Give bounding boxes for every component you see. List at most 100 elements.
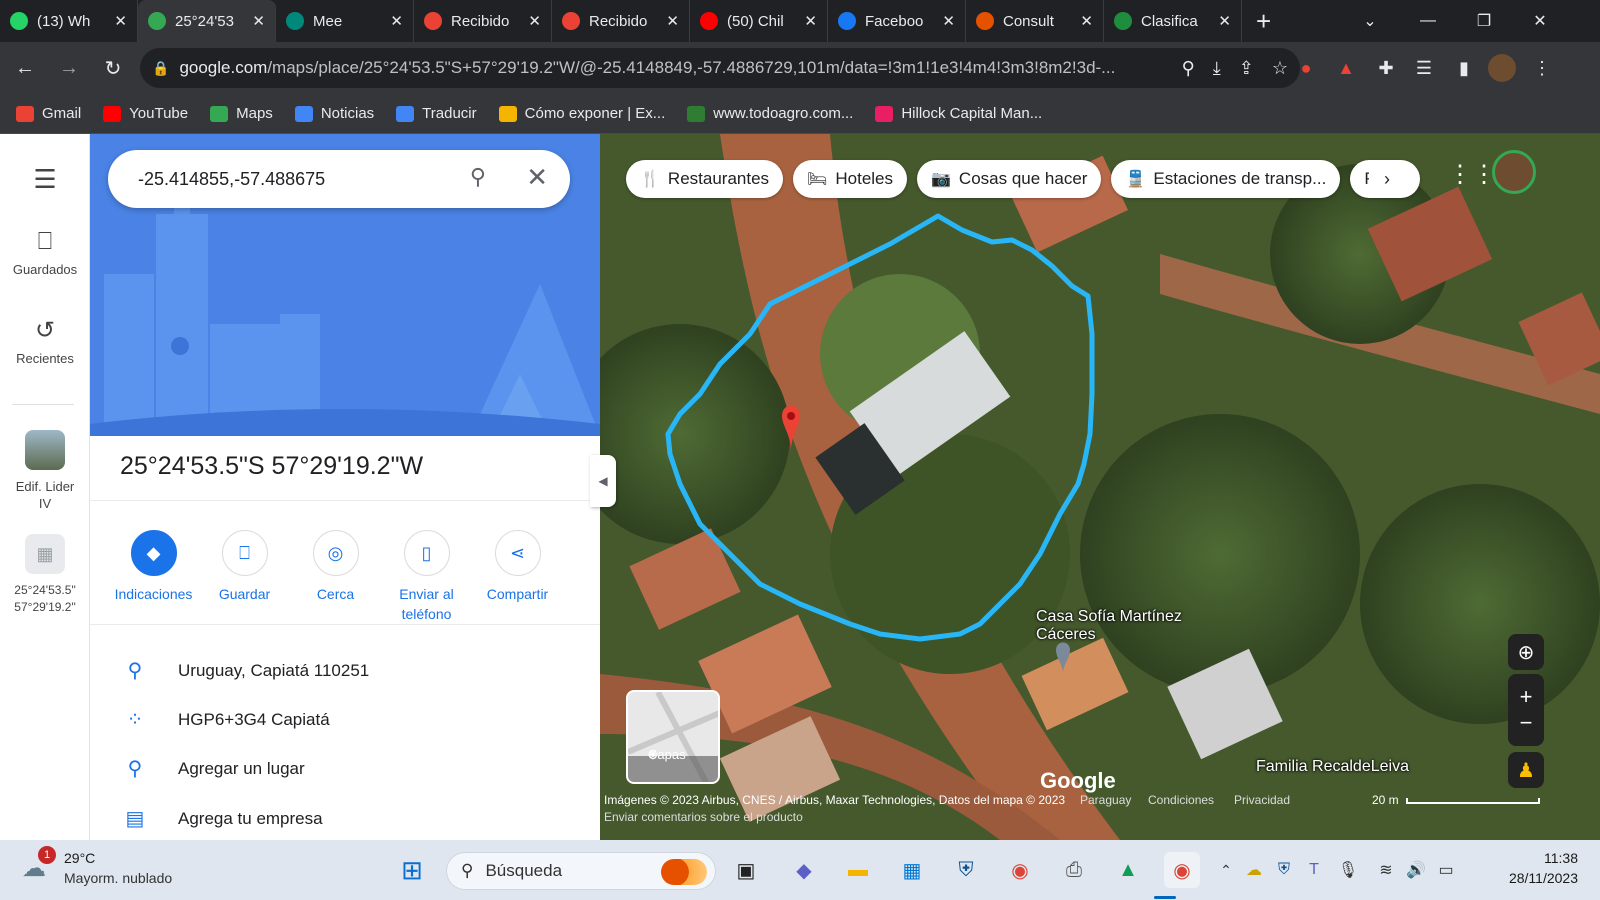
address-bar[interactable]: 🔒 google.com /maps/place/25°24'53.5"S+57… <box>140 48 1300 88</box>
street-view-pegman-icon[interactable]: ♟ <box>1508 752 1544 788</box>
close-tab-icon[interactable]: ✕ <box>114 12 127 30</box>
category-chip[interactable]: 🚆 Estaciones de transp... <box>1111 160 1341 198</box>
back-button[interactable]: ← <box>6 49 44 87</box>
google-drive-icon[interactable]: ▲ <box>1110 852 1146 888</box>
bookmark-item[interactable]: www.todoagro.com... <box>687 105 853 122</box>
minimize-button[interactable]: — <box>1400 0 1456 42</box>
search-box[interactable]: -25.414855,-57.488675 ⚲ ✕ <box>108 150 570 208</box>
chrome-icon[interactable]: ◉ <box>1002 852 1038 888</box>
feedback-link[interactable]: Enviar comentarios sobre el producto <box>604 810 803 824</box>
install-icon[interactable]: ⤓ <box>1213 58 1221 79</box>
browser-tab[interactable]: Clasifica ✕ <box>1104 0 1242 42</box>
action-cerca[interactable]: ◎ Cerca <box>290 530 381 624</box>
media-control-icon[interactable]: ☰ <box>1410 54 1438 82</box>
add-place-row[interactable]: ⚲ Agregar un lugar <box>120 756 305 781</box>
rail-recent-place-1[interactable]: Edif. Lider IV <box>0 430 90 512</box>
bookmark-item[interactable]: Cómo exponer | Ex... <box>498 105 665 122</box>
weather-temp[interactable]: 29°C <box>64 850 95 866</box>
browser-tab[interactable]: 25°24'53 ✕ <box>138 0 276 42</box>
task-view-icon[interactable]: ▣ <box>728 852 764 888</box>
clear-search-icon[interactable]: ✕ <box>526 162 548 193</box>
bookmark-item[interactable]: Hillock Capital Man... <box>875 105 1042 122</box>
bookmark-item[interactable]: Gmail <box>16 105 81 122</box>
rail-recent-place-2[interactable]: ▦ 25°24'53.5" 57°29'19.2" <box>0 534 90 616</box>
plus-code-row[interactable]: ⁘ HGP6+3G4 Capiatá <box>120 707 330 732</box>
close-tab-icon[interactable]: ✕ <box>804 12 817 30</box>
browser-menu-icon[interactable]: ⋮ <box>1528 54 1556 82</box>
browser-tab[interactable]: (13) Wh ✕ <box>0 0 138 42</box>
browser-tab[interactable]: Mee ✕ <box>276 0 414 42</box>
browser-tab[interactable]: (50) Chil ✕ <box>690 0 828 42</box>
terms-link[interactable]: Condiciones <box>1148 793 1214 807</box>
microphone-icon[interactable]: 🎙 <box>1330 852 1366 888</box>
privacy-link[interactable]: Privacidad <box>1234 793 1290 807</box>
layers-button[interactable]: ◈ Capas <box>626 690 720 784</box>
restore-button[interactable]: ❐ <box>1456 0 1512 42</box>
security-shield-icon[interactable]: ⛨ <box>948 852 984 888</box>
category-chip[interactable]: 🍴 Restaurantes <box>626 160 784 198</box>
reload-button[interactable]: ↻ <box>94 49 132 87</box>
teams-chat-icon[interactable]: ◆ <box>786 852 822 888</box>
location-icon[interactable]: ⚲ <box>1182 58 1195 79</box>
close-tab-icon[interactable]: ✕ <box>252 12 265 30</box>
chrome-profile-icon[interactable]: ◉ <box>1164 852 1200 888</box>
pdf-extension-icon[interactable]: ▲ <box>1332 54 1360 82</box>
apps-grid-icon[interactable]: ⋮⋮ <box>1448 160 1496 189</box>
profile-avatar[interactable] <box>1488 54 1516 82</box>
clock[interactable]: 11:38 28/11/2023 <box>1468 848 1578 888</box>
zoom-in-button[interactable]: + <box>1520 684 1533 710</box>
search-input[interactable]: -25.414855,-57.488675 <box>138 169 325 190</box>
bookmark-item[interactable]: Noticias <box>294 105 374 122</box>
category-chip[interactable]: 🛏 Hoteles <box>793 160 907 198</box>
close-tab-icon[interactable]: ✕ <box>528 12 541 30</box>
close-window-button[interactable]: ✕ <box>1512 0 1568 42</box>
account-avatar[interactable] <box>1492 150 1536 194</box>
printer-app-icon[interactable]: ⎙ <box>1056 852 1092 888</box>
rail-recent[interactable]: ↺ Recientes <box>0 316 90 366</box>
menu-hamburger-icon[interactable]: ☰ <box>0 164 90 195</box>
close-tab-icon[interactable]: ✕ <box>1218 12 1231 30</box>
category-chip[interactable]: 📷 Cosas que hacer <box>917 160 1102 198</box>
browser-tab[interactable]: Faceboo ✕ <box>828 0 966 42</box>
extension-red-icon[interactable]: ● <box>1292 54 1320 82</box>
place-label-1[interactable]: Casa Sofía Martínez Cáceres <box>1036 608 1186 644</box>
new-tab-button[interactable]: + <box>1256 6 1286 37</box>
extensions-puzzle-icon[interactable]: ✚ <box>1372 54 1400 82</box>
action-enviar[interactable]: ▯ Enviar al teléfono <box>381 530 472 624</box>
bookmark-item[interactable]: Traducir <box>396 105 477 122</box>
browser-tab[interactable]: Consult ✕ <box>966 0 1104 42</box>
side-panel-icon[interactable]: ▮ <box>1450 54 1478 82</box>
weather-desc[interactable]: Mayorm. nublado <box>64 870 172 886</box>
rail-saved[interactable]: ⎕ Guardados <box>0 228 90 277</box>
action-compartir[interactable]: ⋖ Compartir <box>472 530 563 624</box>
bookmark-item[interactable]: Maps <box>210 105 273 122</box>
browser-tab[interactable]: Recibido ✕ <box>552 0 690 42</box>
collapse-panel-button[interactable]: ◀ <box>590 455 616 507</box>
place-label-2[interactable]: Familia RecaldeLeiva <box>1256 758 1409 776</box>
browser-tab[interactable]: Recibido ✕ <box>414 0 552 42</box>
close-tab-icon[interactable]: ✕ <box>666 12 679 30</box>
close-tab-icon[interactable]: ✕ <box>390 12 403 30</box>
microsoft-store-icon[interactable]: ▦ <box>894 852 930 888</box>
action-indicaciones[interactable]: ◆ Indicaciones <box>108 530 199 624</box>
scale-label[interactable]: 20 m <box>1372 793 1399 807</box>
tab-search-chevron-icon[interactable]: ⌄ <box>1342 0 1398 42</box>
close-tab-icon[interactable]: ✕ <box>942 12 955 30</box>
taskbar-search[interactable]: ⚲ Búsqueda <box>446 852 716 890</box>
teams-tray-icon[interactable]: T <box>1296 852 1332 888</box>
my-location-icon[interactable]: ⊕ <box>1508 634 1544 670</box>
bookmark-star-icon[interactable]: ☆ <box>1272 58 1288 79</box>
bookmark-item[interactable]: YouTube <box>103 105 188 122</box>
forward-button[interactable]: → <box>50 49 88 87</box>
search-icon[interactable]: ⚲ <box>470 164 486 190</box>
windows-start-icon[interactable]: ⊞ <box>394 852 430 888</box>
close-tab-icon[interactable]: ✕ <box>1080 12 1093 30</box>
file-explorer-icon[interactable]: ▬ <box>840 852 876 888</box>
battery-icon[interactable]: ▭ <box>1428 852 1464 888</box>
action-guardar[interactable]: ⎕ Guardar <box>199 530 290 624</box>
share-page-icon[interactable]: ⇪ <box>1239 58 1254 79</box>
add-business-row[interactable]: ▤ Agrega tu empresa <box>120 806 323 831</box>
address-row[interactable]: ⚲ Uruguay, Capiatá 110251 <box>120 658 370 683</box>
zoom-out-button[interactable]: − <box>1520 710 1533 736</box>
satellite-map[interactable]: 🍴 Restaurantes 🛏 Hoteles 📷 Cosas que hacer 🚆 Es… <box>600 134 1600 840</box>
